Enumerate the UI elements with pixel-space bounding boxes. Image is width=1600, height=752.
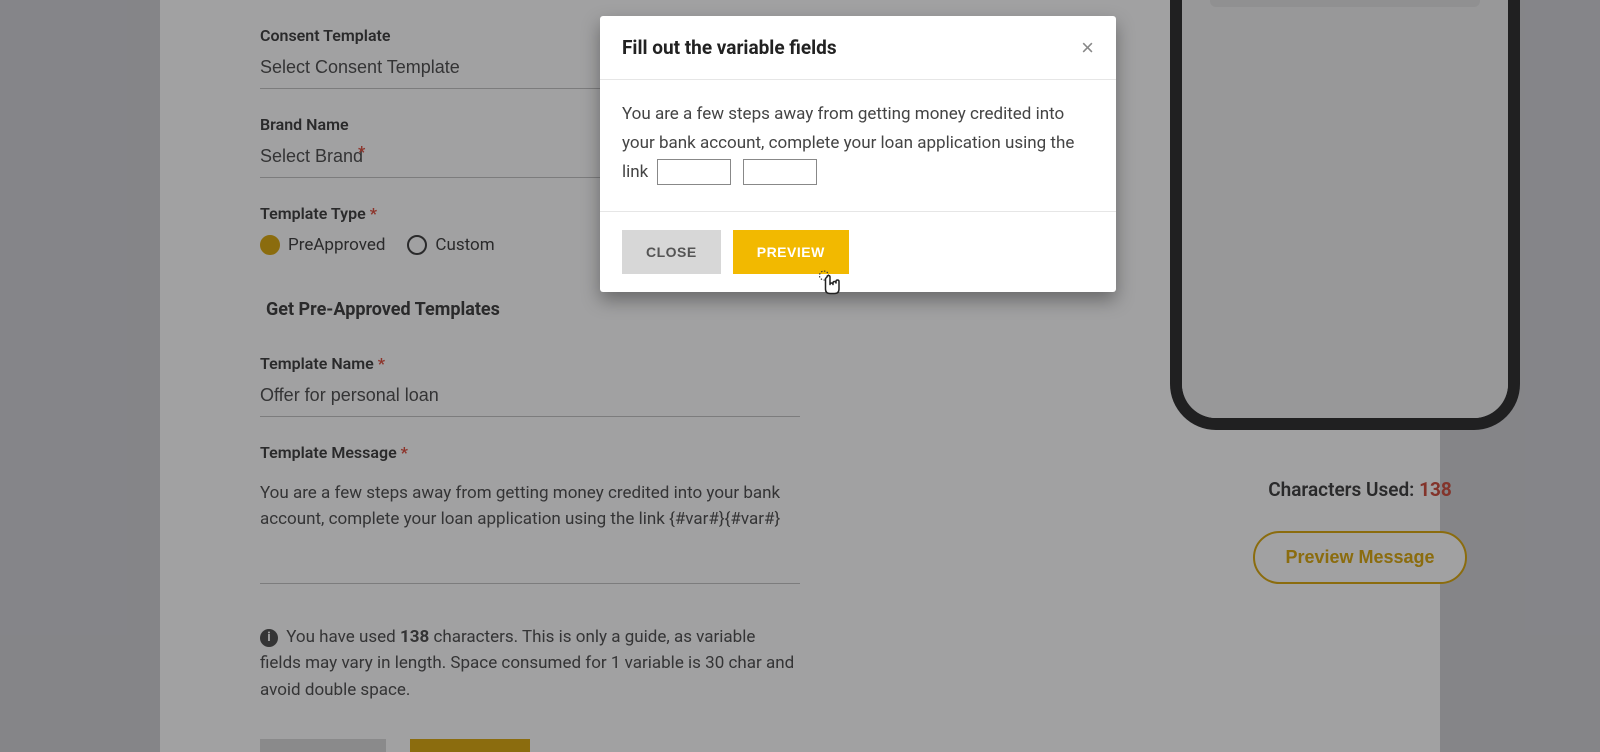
variable-fields-modal: Fill out the variable fields × You are a… <box>600 16 1116 292</box>
variable-input-1[interactable] <box>657 159 731 185</box>
modal-footer: CLOSE PREVIEW <box>600 211 1116 292</box>
modal-close-button[interactable]: CLOSE <box>622 230 721 274</box>
modal-title: Fill out the variable fields <box>622 36 837 59</box>
modal-body: You are a few steps away from getting mo… <box>600 80 1116 211</box>
modal-preview-button[interactable]: PREVIEW <box>733 230 849 274</box>
modal-header: Fill out the variable fields × <box>600 16 1116 80</box>
close-icon[interactable]: × <box>1081 37 1094 59</box>
variable-input-2[interactable] <box>743 159 817 185</box>
